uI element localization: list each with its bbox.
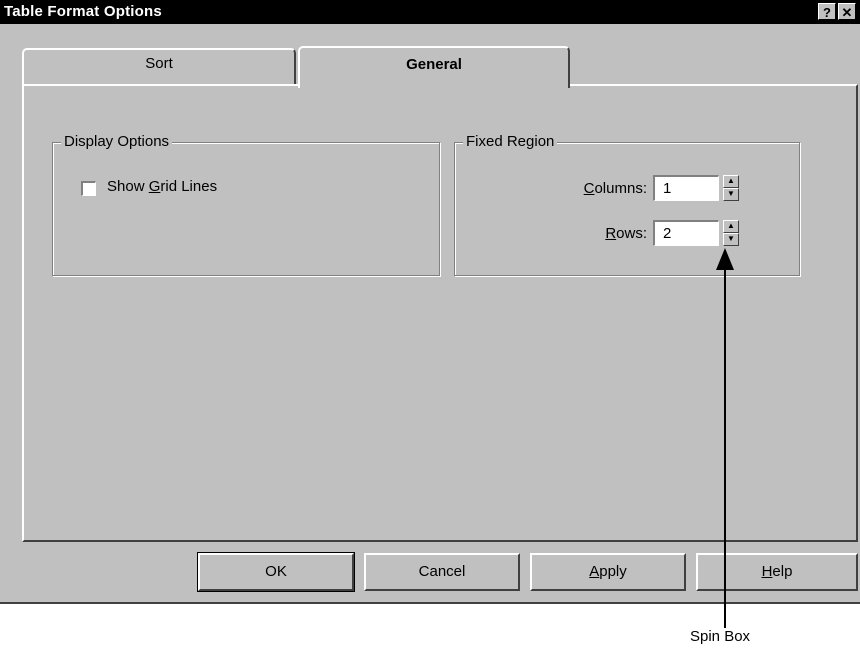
tab-general[interactable]: General	[298, 46, 570, 88]
tab-sort[interactable]: Sort	[22, 48, 296, 84]
show-grid-lines-checkbox[interactable]	[81, 181, 96, 196]
annotation-line	[724, 268, 726, 628]
help-title-button[interactable]: ?	[818, 3, 836, 20]
close-icon[interactable]: ✕	[838, 3, 856, 20]
annotation-label: Spin Box	[690, 628, 751, 645]
rows-label: Rows:	[537, 225, 647, 242]
rows-spin-box[interactable]: ▲ ▼	[723, 220, 739, 246]
rows-label-rest: ows:	[616, 225, 647, 242]
columns-label-rest: olumns:	[594, 180, 647, 197]
columns-accel: C	[583, 180, 595, 197]
fixed-region-group: Fixed Region Columns: 1 ▲ ▼ Rows: 2 ▲ ▼	[454, 133, 800, 276]
cb-label-accel: G	[148, 178, 161, 195]
tab-sort-label: Sort	[145, 55, 173, 72]
columns-spin-box[interactable]: ▲ ▼	[723, 175, 739, 201]
columns-input[interactable]: 1	[653, 175, 719, 201]
tab-general-label: General	[406, 56, 462, 73]
annotation-arrowhead	[716, 248, 734, 270]
apply-accel: A	[589, 563, 600, 580]
cb-label-post: rid Lines	[160, 178, 218, 195]
columns-spin-up-icon[interactable]: ▲	[723, 175, 739, 188]
fixed-region-title: Fixed Region	[463, 133, 558, 150]
display-options-title: Display Options	[61, 133, 173, 150]
help-accel: H	[761, 563, 773, 580]
rows-input[interactable]: 2	[653, 220, 719, 246]
columns-spin-down-icon[interactable]: ▼	[723, 188, 739, 201]
rows-accel: R	[605, 225, 617, 242]
apply-label-rest: pply	[599, 563, 627, 580]
window-title: Table Format Options	[4, 3, 162, 20]
rows-spin-down-icon[interactable]: ▼	[723, 233, 739, 246]
rows-spin-up-icon[interactable]: ▲	[723, 220, 739, 233]
title-bar: Table Format Options ? ✕	[0, 0, 860, 24]
display-options-group: Display Options Show Grid Lines	[52, 133, 440, 276]
show-grid-lines-label[interactable]: Show Grid Lines	[107, 178, 217, 195]
tab-panel-general: Display Options Show Grid Lines Fixed Re…	[22, 84, 858, 542]
help-button[interactable]: Help	[696, 553, 858, 591]
ok-button[interactable]: OK	[197, 552, 355, 592]
apply-button[interactable]: Apply	[530, 553, 686, 591]
cb-label-pre: Show	[107, 178, 149, 195]
cancel-button[interactable]: Cancel	[364, 553, 520, 591]
dialog-window: Table Format Options ? ✕ Sort General Di…	[0, 0, 860, 604]
help-label-rest: elp	[772, 563, 793, 580]
columns-label: Columns:	[537, 180, 647, 197]
